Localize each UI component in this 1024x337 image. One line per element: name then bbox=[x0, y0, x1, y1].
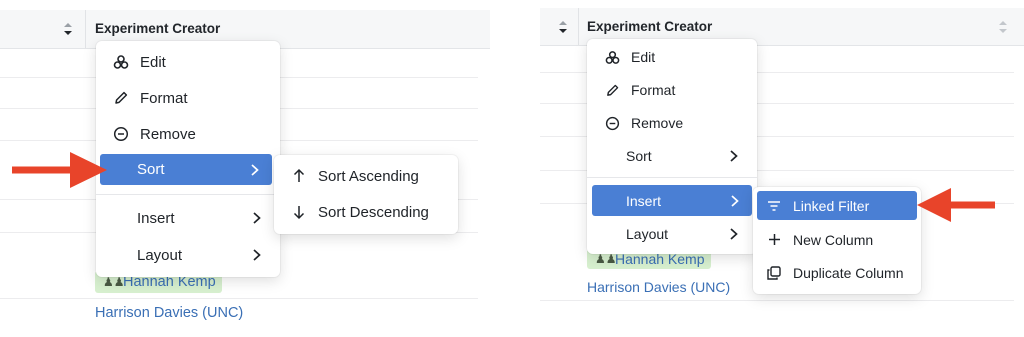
pencil-icon bbox=[112, 90, 130, 106]
column-context-menu: Edit Format Remove Sort Insert Layout bbox=[587, 39, 757, 254]
insert-submenu: Linked Filter New Column Duplicate Colum… bbox=[753, 187, 921, 294]
menu-item-label: Sort bbox=[626, 148, 652, 164]
menu-item-label: Layout bbox=[626, 226, 669, 242]
menu-item-label: Remove bbox=[631, 115, 684, 131]
pencil-icon bbox=[603, 83, 621, 98]
arrow-down-icon bbox=[290, 204, 308, 220]
menu-item-label: Layout bbox=[137, 246, 183, 264]
menu-item-label: New Column bbox=[793, 231, 874, 248]
edit-icon bbox=[603, 50, 621, 65]
menu-item-label: Sort Descending bbox=[318, 203, 429, 221]
edit-icon bbox=[112, 54, 130, 70]
right-panel: Experiment Creator ♟♟ Hannah Kemp Harris… bbox=[540, 0, 1024, 337]
menu-item-remove[interactable]: Remove bbox=[593, 109, 751, 137]
menu-separator bbox=[587, 177, 757, 178]
menu-item-insert[interactable]: Insert bbox=[592, 185, 752, 216]
chevron-right-icon bbox=[730, 194, 740, 207]
menu-item-remove[interactable]: Remove bbox=[102, 119, 274, 149]
menu-item-label: Duplicate Column bbox=[793, 264, 904, 281]
sort-submenu: Sort Ascending Sort Descending bbox=[274, 155, 458, 234]
menu-item-new-column[interactable]: New Column bbox=[757, 225, 917, 254]
plus-icon bbox=[765, 233, 783, 246]
menu-item-label: Format bbox=[140, 89, 188, 107]
menu-item-duplicate-column[interactable]: Duplicate Column bbox=[757, 258, 917, 287]
chevron-right-icon bbox=[252, 249, 262, 261]
menu-item-sort[interactable]: Sort bbox=[100, 154, 272, 185]
cell-link[interactable]: Harrison Davies (UNC) bbox=[95, 305, 243, 321]
menu-item-format[interactable]: Format bbox=[102, 83, 274, 113]
filter-icon bbox=[765, 200, 783, 212]
callout-arrow-icon bbox=[12, 152, 107, 188]
menu-item-label: Sort bbox=[137, 161, 165, 178]
duplicate-icon bbox=[765, 265, 783, 280]
column-divider bbox=[85, 10, 86, 48]
column-divider bbox=[578, 8, 579, 45]
menu-item-label: Insert bbox=[626, 192, 662, 209]
menu-separator bbox=[96, 194, 280, 195]
column-sort-icon[interactable] bbox=[997, 18, 1009, 36]
sort-toggle-icon[interactable] bbox=[62, 20, 74, 38]
chevron-right-icon bbox=[729, 150, 739, 162]
cell-link[interactable]: Harrison Davies (UNC) bbox=[587, 279, 730, 295]
row-divider bbox=[540, 300, 1014, 301]
menu-item-sort-descending[interactable]: Sort Descending bbox=[280, 196, 452, 228]
menu-item-layout[interactable]: Layout bbox=[102, 240, 274, 270]
menu-item-label: Format bbox=[631, 82, 676, 98]
menu-item-sort-ascending[interactable]: Sort Ascending bbox=[280, 160, 452, 192]
remove-icon bbox=[603, 116, 621, 131]
menu-item-label: Sort Ascending bbox=[318, 167, 419, 185]
remove-icon bbox=[112, 126, 130, 142]
menu-item-label: Remove bbox=[140, 125, 196, 143]
menu-item-insert[interactable]: Insert bbox=[102, 203, 274, 233]
chevron-right-icon bbox=[250, 163, 260, 176]
column-header-experiment-creator[interactable]: Experiment Creator bbox=[587, 19, 712, 34]
menu-item-sort[interactable]: Sort bbox=[593, 142, 751, 170]
chevron-right-icon bbox=[252, 212, 262, 224]
menu-item-label: Edit bbox=[140, 53, 166, 71]
arrow-up-icon bbox=[290, 168, 308, 184]
sort-toggle-icon[interactable] bbox=[557, 18, 569, 36]
menu-item-edit[interactable]: Edit bbox=[593, 43, 751, 71]
menu-item-label: Linked Filter bbox=[793, 197, 870, 214]
menu-item-linked-filter[interactable]: Linked Filter bbox=[757, 191, 917, 220]
menu-item-layout[interactable]: Layout bbox=[593, 220, 751, 248]
menu-item-label: Insert bbox=[137, 209, 175, 227]
chevron-right-icon bbox=[729, 228, 739, 240]
menu-item-label: Edit bbox=[631, 49, 656, 65]
callout-arrow-icon bbox=[917, 188, 995, 222]
row-divider bbox=[0, 298, 478, 299]
left-panel: Experiment Creator ♟♟ Hannah Kemp Harris… bbox=[0, 0, 490, 337]
column-header-experiment-creator[interactable]: Experiment Creator bbox=[95, 21, 220, 36]
menu-item-format[interactable]: Format bbox=[593, 76, 751, 104]
menu-item-edit[interactable]: Edit bbox=[102, 47, 274, 77]
column-context-menu: Edit Format Remove Sort Insert Layout bbox=[96, 41, 280, 277]
